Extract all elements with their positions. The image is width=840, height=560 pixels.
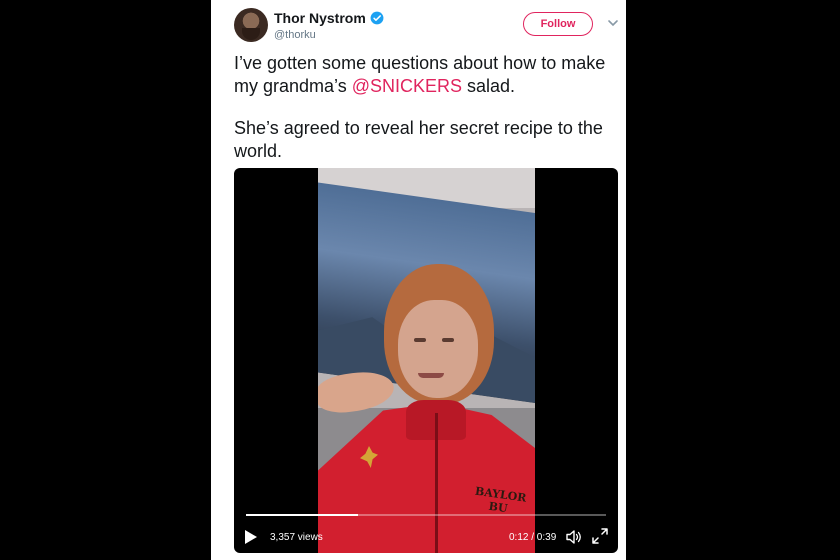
time-display: 0:12 / 0:39 [509, 532, 557, 543]
mouth [418, 373, 444, 378]
follow-button[interactable]: Follow [523, 12, 593, 36]
avatar[interactable] [234, 8, 268, 42]
mention-link[interactable]: @SNICKERS [352, 76, 462, 96]
avatar-beard [242, 28, 260, 40]
tweet-text: I’ve gotten some questions about how to … [234, 52, 619, 182]
left-eye [414, 338, 426, 342]
author-handle[interactable]: @thorku [274, 29, 316, 41]
tweet-card: Thor Nystrom @thorku Follow I’ve gotten … [211, 0, 626, 560]
right-eye [442, 338, 454, 342]
tweet-paragraph-2: She’s agreed to reveal her secret recipe… [234, 118, 603, 161]
video-player[interactable]: BAYLOR BU 3,357 views 0:12 / 0:39 [234, 168, 618, 553]
progress-fill [246, 514, 358, 516]
video-frame[interactable]: BAYLOR BU [318, 168, 535, 553]
face [398, 300, 478, 398]
display-name[interactable]: Thor Nystrom [274, 10, 366, 26]
tweet-text-part: salad. [462, 76, 516, 96]
view-count: 3,357 views [270, 532, 323, 543]
volume-icon[interactable] [565, 528, 583, 546]
progress-bar[interactable] [246, 514, 606, 516]
author-name-row[interactable]: Thor Nystrom [274, 10, 384, 26]
play-icon[interactable] [244, 529, 258, 545]
fullscreen-icon[interactable] [592, 528, 608, 544]
verified-badge-icon [370, 11, 384, 25]
tweet-paragraph-1: I’ve gotten some questions about how to … [234, 52, 619, 98]
video-controls: 3,357 views 0:12 / 0:39 [234, 522, 618, 552]
chevron-down-icon[interactable] [607, 17, 619, 29]
